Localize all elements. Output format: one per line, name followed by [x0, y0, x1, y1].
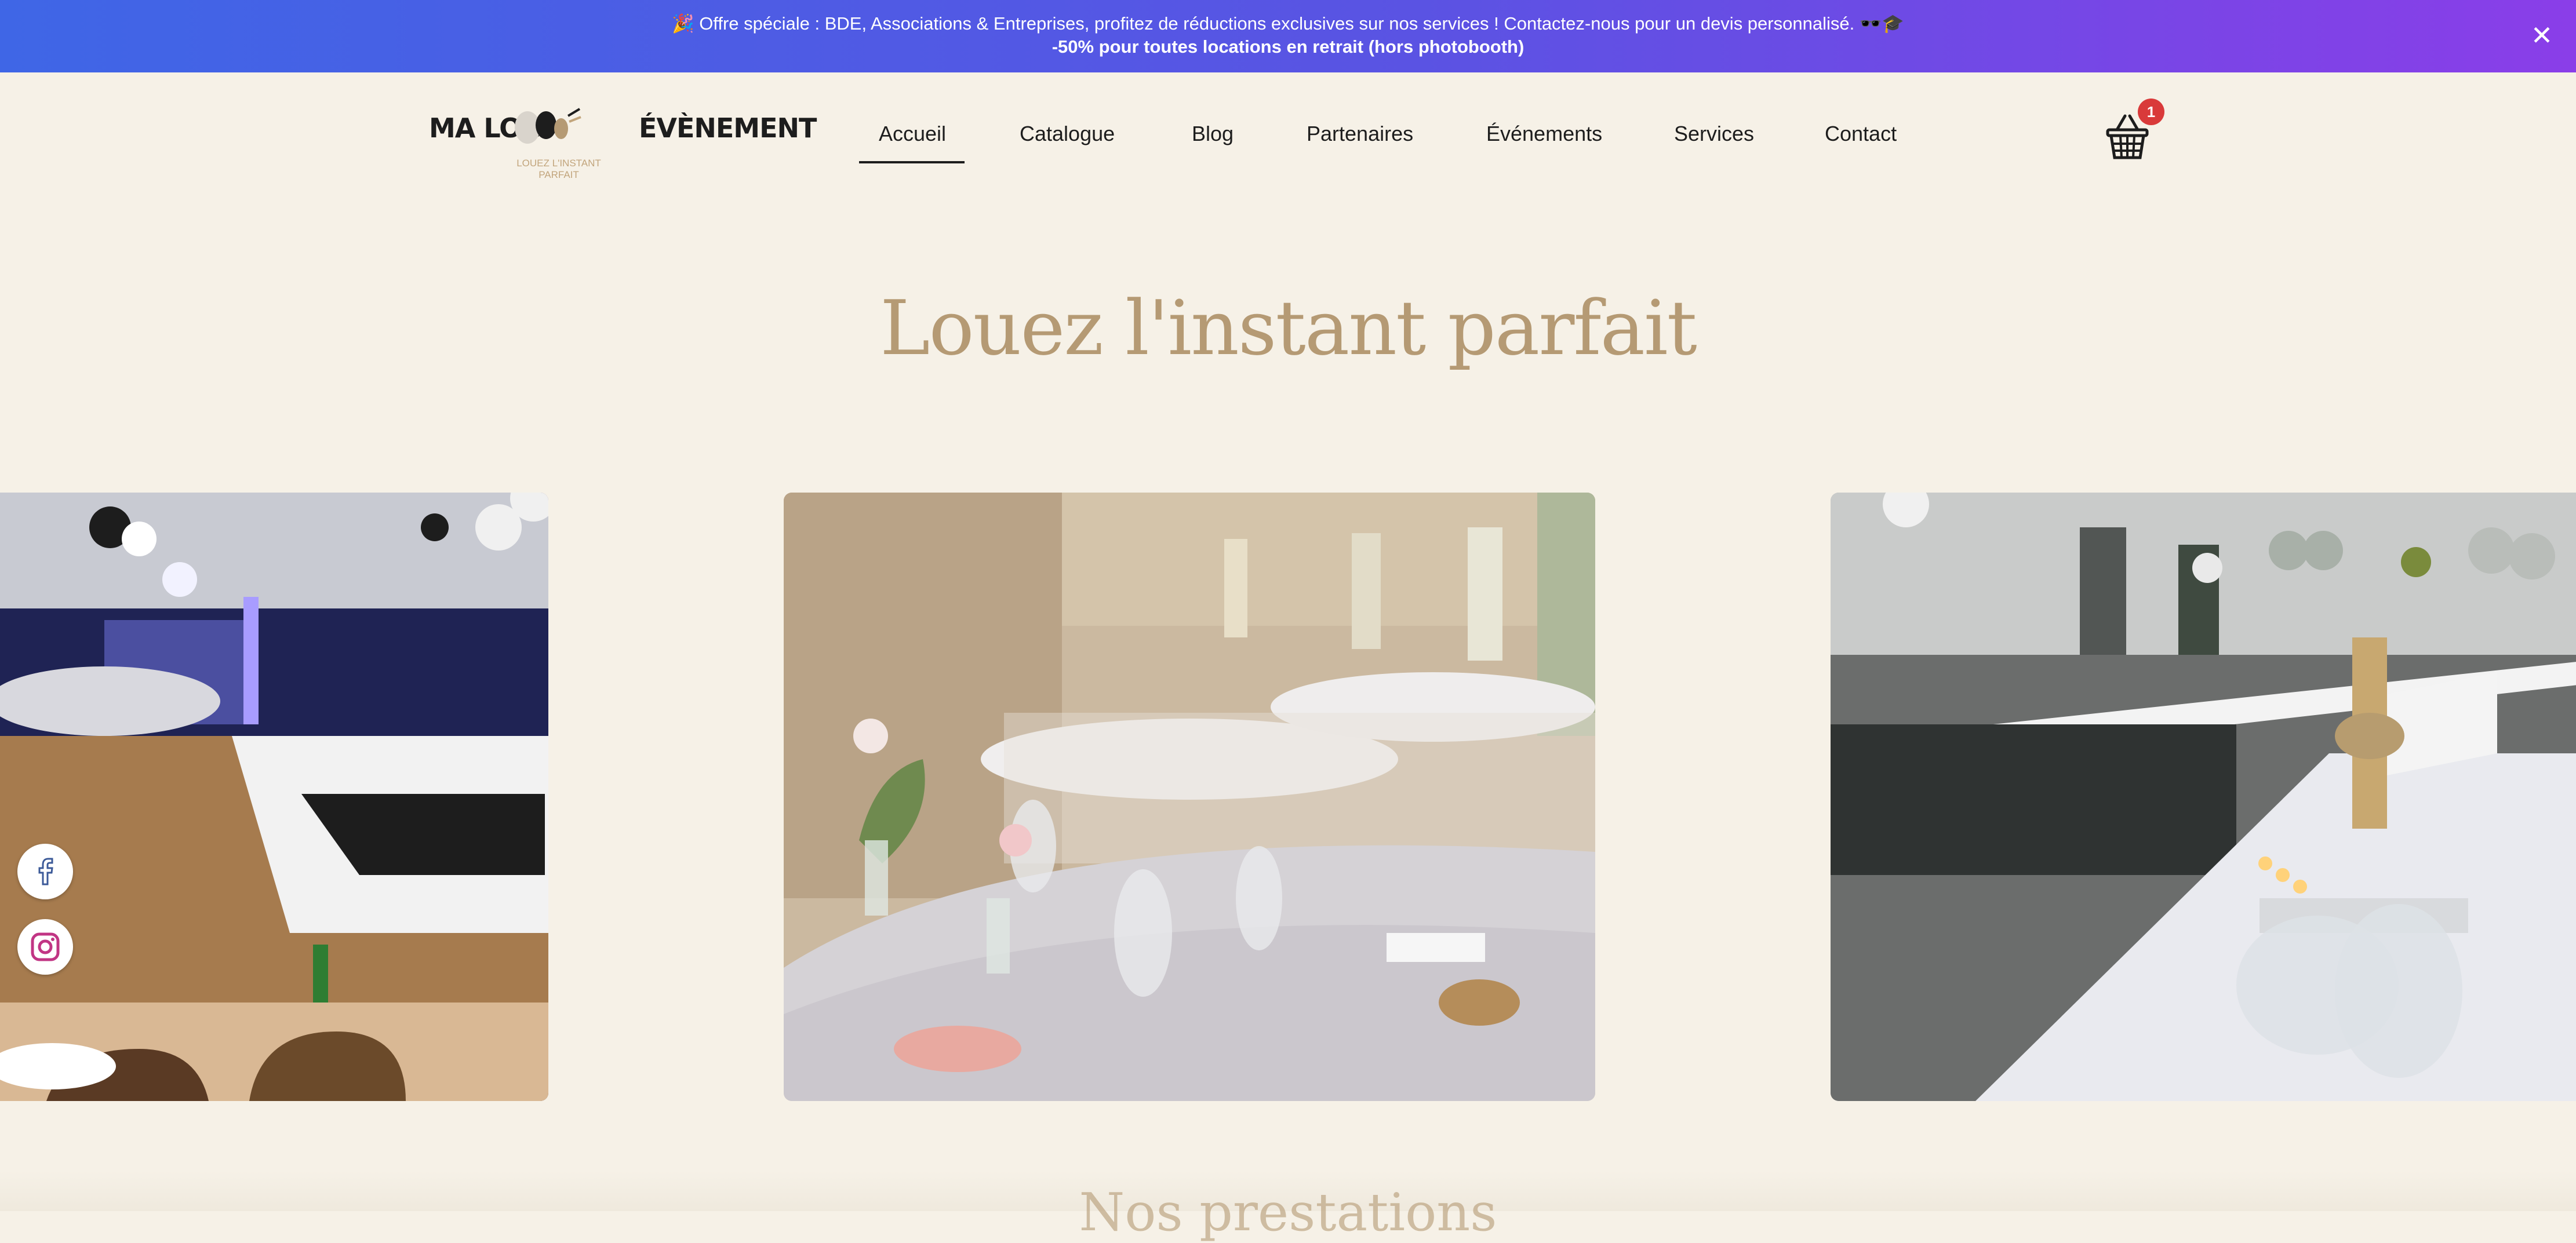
logo-text-part2: ÉVÈNEMENT	[638, 112, 817, 144]
promo-banner: 🎉 Offre spéciale : BDE, Associations & E…	[0, 0, 2576, 72]
photo-chateau-tables-icon	[784, 493, 1595, 1101]
nav-services[interactable]: Services	[1674, 122, 1754, 146]
promo-discount-text: -50% pour toutes locations en retrait (h…	[1051, 37, 1525, 57]
nav-partenaires[interactable]: Partenaires	[1307, 122, 1413, 146]
section-title-partial: Nos prestations	[1079, 1182, 1497, 1243]
nav-active-underline	[859, 161, 965, 163]
balloons-logo-icon	[515, 108, 581, 144]
site-logo[interactable]: MA LOC ÉVÈNEMENT LOUEZ L'INSTANT PARFAIT	[429, 104, 817, 180]
nav-catalogue[interactable]: Catalogue	[1020, 122, 1115, 146]
nav-accueil[interactable]: Accueil	[879, 122, 946, 146]
nav-contact[interactable]: Contact	[1825, 122, 1897, 146]
promo-text: 🎉 Offre spéciale : BDE, Associations & E…	[671, 13, 1905, 34]
instagram-icon	[31, 932, 60, 961]
carousel-slide-2[interactable]	[784, 493, 1595, 1101]
carousel-slide-3[interactable]	[1831, 493, 2576, 1101]
nav-evenements[interactable]: Événements	[1486, 122, 1602, 146]
photo-birthday-hall-icon	[1831, 493, 2576, 1101]
close-icon[interactable]: ✕	[2528, 22, 2555, 49]
cart-count-badge: 1	[2138, 99, 2164, 125]
nav-blog[interactable]: Blog	[1192, 122, 1234, 146]
photo-room-dj-icon	[0, 493, 548, 1101]
logo-tagline: LOUEZ L'INSTANT PARFAIT	[516, 158, 601, 180]
cart-button[interactable]: 1	[2104, 99, 2164, 163]
carousel-slide-1[interactable]	[0, 493, 548, 1101]
instagram-button[interactable]	[17, 919, 73, 975]
facebook-icon	[38, 858, 53, 885]
hero-title: Louez l'instant parfait	[880, 284, 1697, 372]
facebook-button[interactable]	[17, 844, 73, 899]
